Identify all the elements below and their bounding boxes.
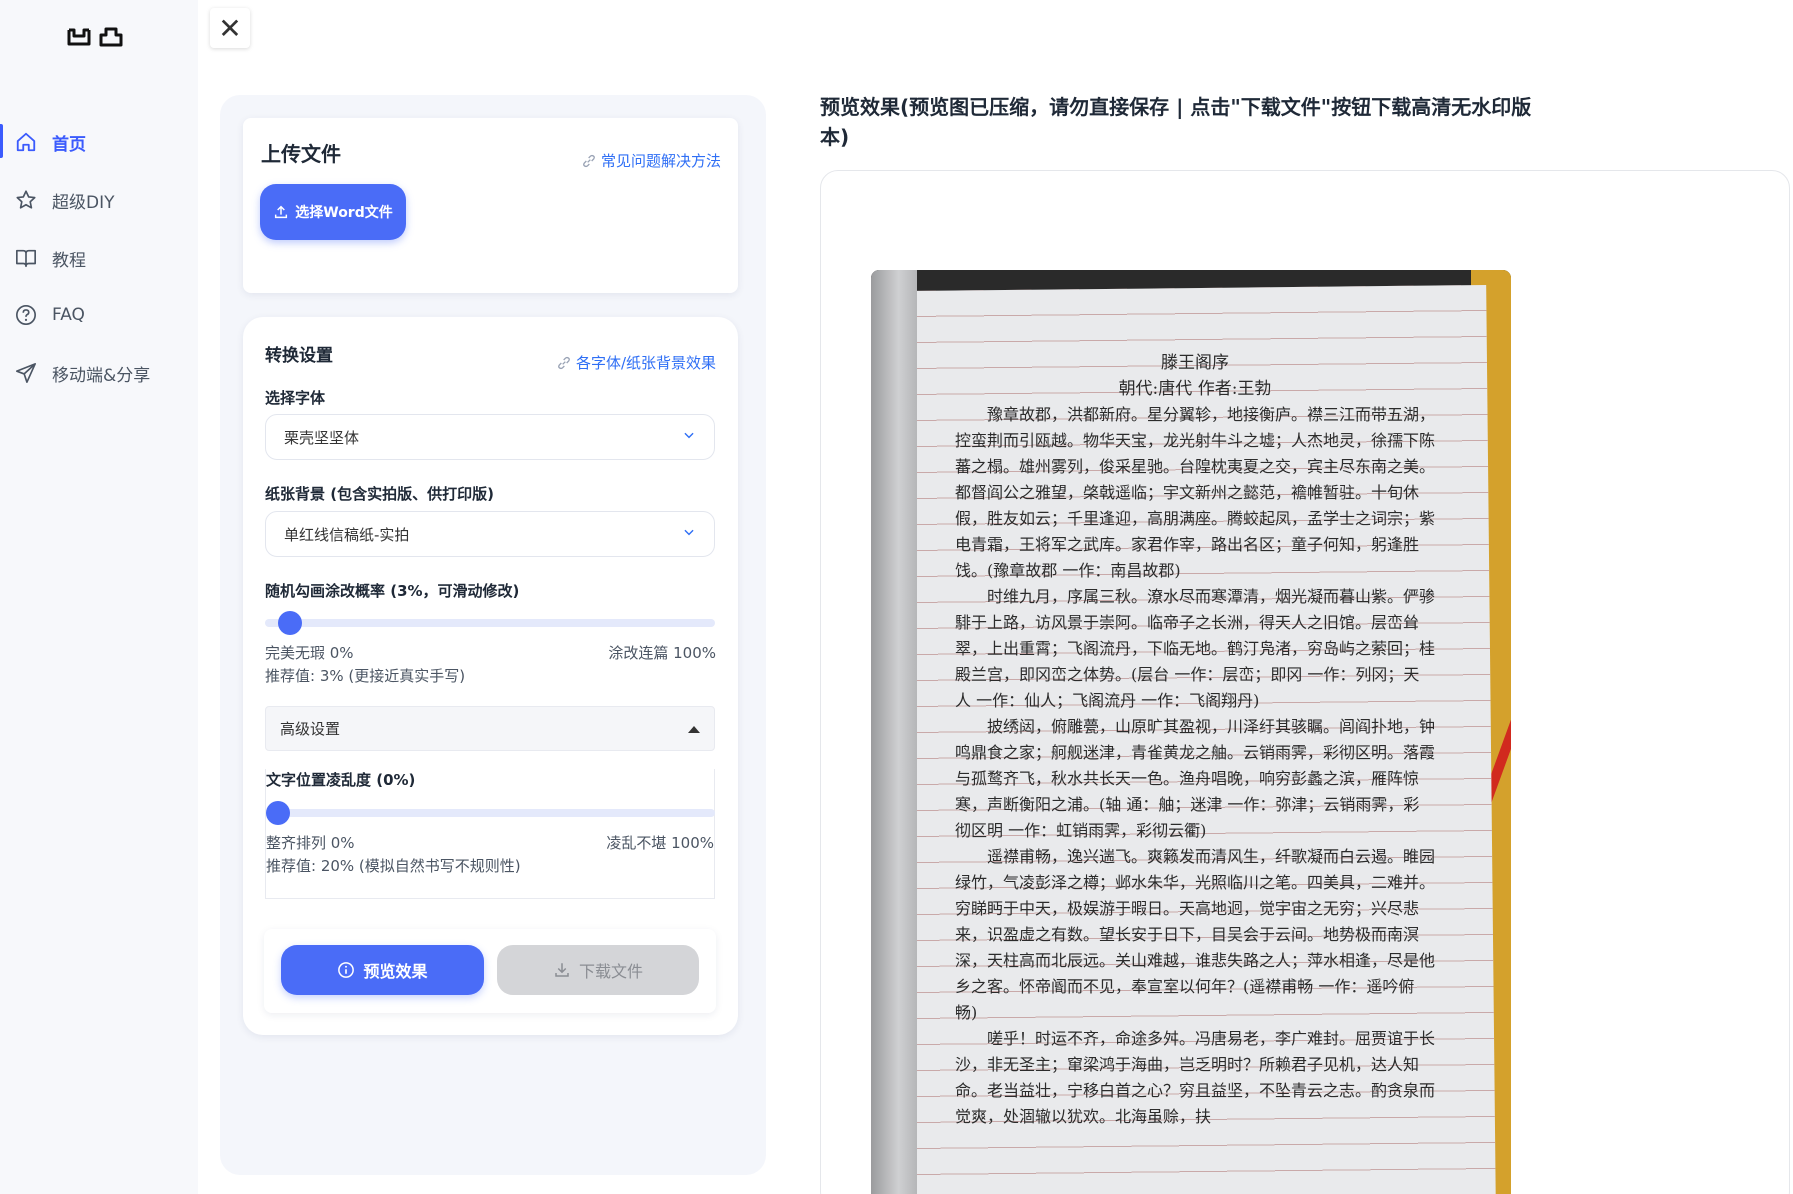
logo-mark-left-icon [67,28,91,46]
effects-link-label: 各字体/纸张背景效果 [575,354,716,372]
sidebar-item-faq[interactable]: FAQ [0,295,198,335]
sidebar-item-label: 首页 [52,134,86,155]
doc-paragraph: 披绣闼，俯雕甍，山原旷其盈视，川泽纡其骇瞩。闾阎扑地，钟鸣鼎食之家；舸舰迷津，青… [955,717,1436,840]
advanced-settings-panel: 文字位置凌乱度 (0%) 整齐排列 0% 凌乱不堪 100% 推荐值: 20% … [265,769,715,899]
sidebar-item-label: 移动端&分享 [52,365,151,386]
upload-icon [275,205,288,219]
settings-title: 转换设置 [265,346,333,366]
sidebar-item-tutorial[interactable]: 教程 [0,238,198,278]
sidebar-item-home[interactable]: 首页 [0,122,198,162]
doc-byline: 朝代:唐代 作者:王勃 [1118,379,1272,399]
home-icon [14,130,38,154]
info-icon [338,962,355,978]
chaos-max-label: 凌乱不堪 100% [606,834,714,852]
scribble-slider-thumb[interactable] [277,611,302,635]
font-select[interactable]: 栗壳坚坚体 [265,414,715,460]
doc-paragraph: 豫章故郡，洪都新府。星分翼轸，地接衡庐。襟三江而带五湖，控蛮荆而引瓯越。物华天宝… [955,405,1436,580]
preview-title: 预览效果(预览图已压缩，请勿直接保存 | 点击"下载文件"按钮下载高清无水印版本… [820,95,1532,149]
download-button[interactable]: 下载文件 [497,945,699,995]
doc-title: 滕王阁序 [1161,353,1229,373]
book-icon [14,246,38,270]
sidebar-item-super-diy[interactable]: 超级DIY [0,180,198,220]
preview-image: 滕王阁序 朝代:唐代 作者:王勃 豫章故郡，洪都新府。星分翼轸，地接衡庐。襟三江… [871,270,1511,1194]
preview-button[interactable]: 预览效果 [281,945,484,995]
advanced-settings-toggle[interactable]: 高级设置 [265,706,715,751]
link-icon [558,356,570,369]
scribble-min-label: 完美无瑕 0% [265,644,354,662]
effects-link[interactable]: 各字体/纸张背景效果 [556,352,716,373]
chaos-min-label: 整齐排列 0% [266,834,355,852]
faq-link[interactable]: 常见问题解决方法 [581,150,721,171]
paper-spine [871,270,917,1194]
logo-mark-right-icon [99,27,123,47]
font-label: 选择字体 [265,389,326,407]
close-icon: ✕ [218,11,242,45]
close-button[interactable]: ✕ [210,8,250,48]
send-icon [14,361,38,385]
paper-label: 纸张背景 (包含实拍版、供打印版) [265,485,494,503]
select-word-file-button[interactable]: 选择Word文件 [260,184,406,240]
scribble-slider[interactable] [265,611,715,635]
doc-paragraph: 时维九月，序属三秋。潦水尽而寒潭清，烟光凝而暮山紫。俨骖騑于上路，访风景于崇阿。… [955,587,1436,710]
settings-card: 转换设置 各字体/纸张背景效果 选择字体 栗壳坚坚体 纸张背景 (包含实拍版、供… [243,317,738,1035]
upload-title: 上传文件 [261,142,341,166]
app-logo[interactable] [66,26,124,48]
caret-up-icon [688,726,700,733]
download-button-label: 下载文件 [578,962,643,981]
chaos-label: 文字位置凌乱度 (0%) [266,771,416,789]
link-icon [583,154,595,167]
chaos-slider[interactable] [266,801,715,825]
question-circle-icon [14,303,38,327]
chaos-slider-thumb[interactable] [266,801,290,825]
sidebar-item-mobile-share[interactable]: 移动端&分享 [0,353,198,393]
preview-button-label: 预览效果 [363,962,428,981]
star-icon [14,188,38,212]
chevron-down-icon [684,529,694,536]
scribble-hint: 推荐值: 3% (更接近真实手写) [265,667,466,685]
doc-paragraph: 遥襟甫畅，逸兴遄飞。爽籁发而清风生，纤歌凝而白云遏。睢园绿竹，气凌彭泽之樽；邺水… [955,847,1436,1022]
faq-link-label: 常见问题解决方法 [600,152,721,170]
sidebar-item-label: 超级DIY [52,192,115,213]
chevron-down-icon [684,432,694,439]
sidebar: 首页 超级DIY 教程 FAQ 移动端&分享 [0,0,198,1194]
chaos-hint: 推荐值: 20% (模拟自然书写不规则性) [266,857,521,875]
action-bar: 预览效果 下载文件 [264,929,716,1013]
sidebar-item-label: FAQ [52,305,85,325]
paper-select[interactable]: 单红线信稿纸-实拍 [265,511,715,557]
download-icon [555,963,569,977]
upload-card: 上传文件 常见问题解决方法 选择Word文件 [243,118,738,293]
select-word-file-label: 选择Word文件 [295,205,393,221]
left-panel: 上传文件 常见问题解决方法 选择Word文件 转换设置 各字体/纸张背景效果 选… [220,95,766,1175]
scribble-label: 随机勾画涂改概率 (3%，可滑动修改) [265,582,520,600]
paper-select-value: 单红线信稿纸-实拍 [284,525,410,544]
advanced-settings-label: 高级设置 [280,720,341,738]
doc-paragraph: 嗟乎！时运不齐，命途多舛。冯唐易老，李广难封。屈贾谊于长沙，非无圣主；窜梁鸿于海… [955,1029,1436,1126]
font-select-value: 栗壳坚坚体 [284,428,360,447]
sidebar-item-label: 教程 [52,250,86,271]
scribble-max-label: 涂改连篇 100% [608,644,716,662]
handwritten-text: 滕王阁序 朝代:唐代 作者:王勃 豫章故郡，洪都新府。星分翼轸，地接衡庐。襟三江… [955,350,1435,1130]
